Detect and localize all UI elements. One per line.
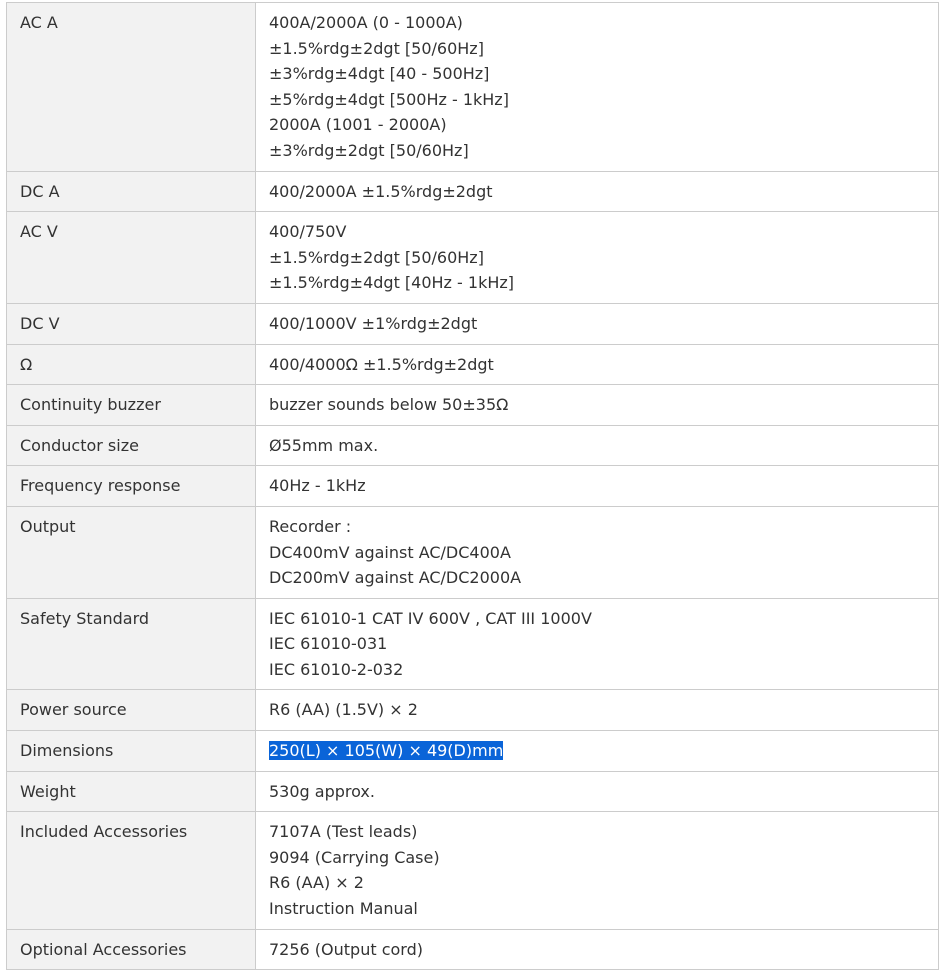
spec-row: AC A 400A/2000A (0 - 1000A) ±1.5%rdg±2dgt … (6, 2, 939, 172)
spec-label: Conductor size (20, 435, 139, 455)
text-selection-highlight[interactable]: 250(L) × 105(W) × 49(D)mm (269, 741, 504, 761)
spec-label: DC V (20, 313, 60, 333)
spec-label-cell: Optional Accessories (6, 928, 256, 970)
spec-value-cell: IEC 61010-1 CAT IV 600V , CAT III 1000V I… (255, 597, 939, 691)
spec-value-line: 400A/2000A (0 - 1000A) (269, 13, 463, 32)
spec-value-cell: 400/2000A ±1.5%rdg±2dgt (255, 170, 939, 213)
spec-label-cell: AC V (6, 211, 256, 304)
spec-value-cell: 7256 (Output cord) (255, 928, 939, 970)
spec-row: Ω 400/4000Ω ±1.5%rdg±2dgt (6, 343, 939, 386)
spec-label: Frequency response (20, 476, 181, 496)
spec-value-line: 400/1000V ±1%rdg±2dgt (269, 313, 478, 333)
spec-label-cell: Conductor size (6, 424, 256, 467)
spec-label: Optional Accessories (20, 939, 187, 959)
spec-value-cell: 530g approx. (255, 770, 939, 813)
spec-value-line: 40Hz - 1kHz (269, 476, 366, 496)
spec-value-cell: 400/4000Ω ±1.5%rdg±2dgt (255, 343, 939, 386)
spec-value-cell: 40Hz - 1kHz (255, 465, 939, 507)
spec-label-cell: Weight (6, 770, 256, 813)
spec-row: DC V 400/1000V ±1%rdg±2dgt (6, 302, 939, 345)
spec-value-line: buzzer sounds below 50±35Ω (269, 395, 509, 415)
spec-value-cell: 400/1000V ±1%rdg±2dgt (255, 302, 939, 345)
spec-value-cell: Ø55mm max. (255, 424, 939, 467)
spec-value-line: 9094 (Carrying Case) (269, 847, 440, 867)
spec-label: Weight (20, 781, 76, 801)
spec-value-line: 400/750V (269, 222, 347, 242)
spec-label-cell: AC A (6, 2, 256, 172)
spec-row: Frequency response 40Hz - 1kHz (6, 465, 939, 507)
spec-label: Included Accessories (20, 822, 188, 842)
spec-label-cell: Output (6, 505, 256, 599)
spec-row: Continuity buzzer buzzer sounds below 50±… (6, 384, 939, 426)
spec-value-line: ±1.5%rdg±4dgt [40Hz - 1kHz] (269, 273, 515, 293)
spec-value-line: ±1.5%rdg±2dgt [50/60Hz] (269, 247, 484, 267)
spec-value-cell: 7107A (Test leads) 9094 (Carrying Case) R6… (255, 811, 939, 930)
spec-label-cell: Frequency response (6, 465, 256, 507)
spec-label-cell: Power source (6, 689, 256, 732)
spec-value-line: IEC 61010-1 CAT IV 600V , CAT III 1000V (269, 608, 592, 628)
spec-row: Dimensions 250(L) × 105(W) × 49(D)mm (6, 730, 939, 772)
spec-row: Output Recorder : DC400mV against AC/DC400… (6, 505, 939, 599)
spec-value-line: Instruction Manual (269, 899, 418, 919)
spec-row: Optional Accessories 7256 (Output cord) (6, 928, 939, 970)
spec-value-line: R6 (AA) (1.5V) × 2 (269, 700, 418, 720)
spec-value-line: 7107A (Test leads) (269, 822, 418, 842)
spec-label-cell: Continuity buzzer (6, 384, 256, 426)
spec-value-line: ±3%rdg±2dgt [50/60Hz] (269, 140, 469, 160)
spec-label-cell: DC V (6, 302, 256, 345)
spec-row: Power source R6 (AA) (1.5V) × 2 (6, 689, 939, 732)
spec-value-cell: Recorder : DC400mV against AC/DC400A DC200… (255, 505, 939, 599)
spec-value-line: 7256 (Output cord) (269, 939, 423, 959)
spec-value-line: ±5%rdg±4dgt [500Hz - 1kHz] (269, 89, 509, 109)
spec-value-line: 400/4000Ω ±1.5%rdg±2dgt (269, 354, 494, 374)
spec-row: Safety Standard IEC 61010-1 CAT IV 600V ,… (6, 597, 939, 691)
spec-value-line: DC400mV against AC/DC400A (269, 542, 511, 562)
spec-label: DC A (20, 181, 60, 201)
spec-value-cell: 400/750V ±1.5%rdg±2dgt [50/60Hz] ±1.5%rdg±… (255, 211, 939, 304)
spec-value-cell: 400A/2000A (0 - 1000A) ±1.5%rdg±2dgt [50/… (255, 2, 939, 172)
spec-value-line: IEC 61010-2-032 (269, 659, 404, 679)
spec-value-line: DC200mV against AC/DC2000A (269, 568, 522, 588)
spec-label-cell: DC A (6, 170, 256, 213)
spec-value-cell: 250(L) × 105(W) × 49(D)mm (255, 730, 939, 772)
spec-value-cell: buzzer sounds below 50±35Ω (255, 384, 939, 426)
spec-label: AC A (20, 13, 58, 32)
spec-row: AC V 400/750V ±1.5%rdg±2dgt [50/60Hz] ±1.5%… (6, 211, 939, 304)
spec-value-line: IEC 61010-031 (269, 634, 388, 654)
spec-row: Weight 530g approx. (6, 770, 939, 813)
spec-label: Output (20, 516, 76, 536)
spec-table-body: AC A 400A/2000A (0 - 1000A) ±1.5%rdg±2dgt … (6, 2, 939, 970)
spec-label: AC V (20, 222, 58, 242)
spec-value-line: 400/2000A ±1.5%rdg±2dgt (269, 181, 493, 201)
spec-row: Included Accessories 7107A (Test leads) 90… (6, 811, 939, 930)
spec-value-cell: R6 (AA) (1.5V) × 2 (255, 689, 939, 732)
spec-label: Dimensions (20, 741, 114, 761)
spec-value-line: Ø55mm max. (269, 435, 379, 455)
spec-label-cell: Dimensions (6, 730, 256, 772)
spec-value-line: 530g approx. (269, 781, 375, 801)
spec-label-cell: Ω (6, 343, 256, 386)
spec-row: Conductor size Ø55mm max. (6, 424, 939, 467)
spec-label: Safety Standard (20, 608, 150, 628)
spec-value-line: Recorder : (269, 516, 352, 536)
spec-value-line: 2000A (1001 - 2000A) (269, 115, 447, 135)
spec-label: Ω (20, 354, 33, 374)
spec-label-cell: Safety Standard (6, 597, 256, 691)
spec-label: Continuity buzzer (20, 395, 161, 415)
spec-label-cell: Included Accessories (6, 811, 256, 930)
spec-row: DC A 400/2000A ±1.5%rdg±2dgt (6, 170, 939, 213)
spec-value-line: ±3%rdg±4dgt [40 - 500Hz] (269, 64, 490, 84)
spec-value-line: R6 (AA) × 2 (269, 873, 364, 893)
selected-spec-value: 250(L) × 105(W) × 49(D)mm (269, 738, 925, 764)
spec-label: Power source (20, 700, 127, 720)
spec-table: AC A 400A/2000A (0 - 1000A) ±1.5%rdg±2dgt … (6, 2, 939, 970)
spec-value-line: ±1.5%rdg±2dgt [50/60Hz] (269, 38, 484, 58)
